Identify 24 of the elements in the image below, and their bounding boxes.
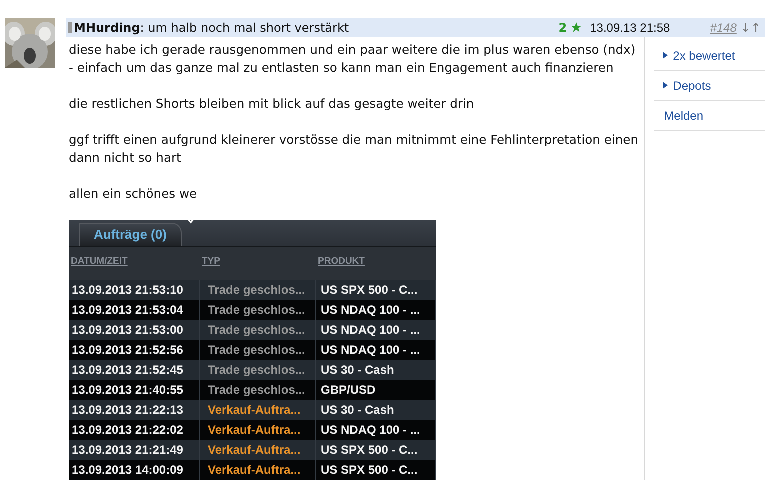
post-paragraph: die restlichen Shorts bleiben mit blick auf das gesagte weiter drin — [69, 96, 476, 113]
sidebar-link[interactable]: Melden — [664, 108, 704, 122]
post-date: 13.09.13 21:58 — [590, 20, 670, 34]
navigation-arrows[interactable]: ↓↑ — [740, 20, 761, 34]
triangle-icon — [663, 52, 668, 59]
caret-icon — [187, 218, 195, 224]
post-paragraph: ggf trifft einen aufgrund kleinerer vorstösse die man mitnimmt eine Fehlinterpretation einen dann nicht so hart — [69, 132, 640, 167]
post-icon — [68, 22, 72, 33]
column-header[interactable]: TYP — [200, 247, 316, 280]
triangle-icon — [663, 82, 668, 89]
sidebar-link[interactable]: 2x bewertet — [673, 48, 736, 62]
rating-count: 2 — [558, 20, 568, 34]
post-paragraph: allen ein schönes we — [69, 186, 198, 203]
post-title: : um halb noch mal short verstärkt — [140, 20, 350, 34]
table-cell: US SPX 500 - C... — [316, 460, 436, 480]
table-cell: 13.09.2013 14:00:09 — [69, 460, 200, 480]
column-header[interactable]: DATUM/ZEIT — [69, 247, 200, 280]
orders-tab[interactable]: Aufträge (0) — [79, 223, 182, 246]
post-paragraph: diese habe ich gerade rausgenommen und ein paar weitere die im plus waren ebenso (ndx) - einfach um das ganze mal zu entlasten so kann man ein Engagement auch finanzieren — [69, 42, 637, 77]
table-cell: Verkauf-Auftra... — [200, 460, 316, 480]
author-link[interactable]: MHurding — [74, 20, 140, 34]
sidebar-link[interactable]: Depots — [673, 78, 712, 92]
column-header[interactable]: PRODUKT — [316, 247, 436, 280]
star-icon — [571, 22, 582, 33]
